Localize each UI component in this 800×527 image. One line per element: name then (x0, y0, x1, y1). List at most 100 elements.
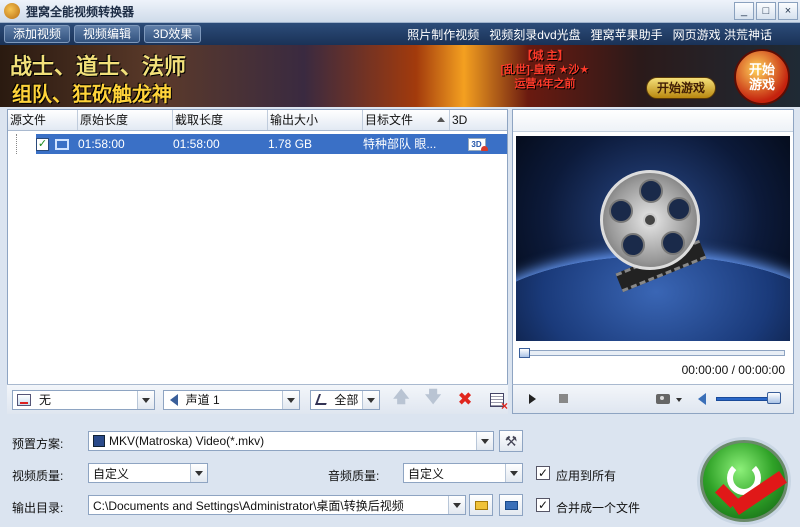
down-arrow-icon[interactable]: 🡇 (422, 389, 444, 411)
chevron-down-icon[interactable] (136, 390, 154, 409)
stop-icon[interactable] (559, 394, 568, 403)
toolbar: 添加视频 视频编辑 3D效果 照片制作视频 视频刻录dvd光盘 狸窝苹果助手 网… (0, 23, 800, 45)
list-controls-bar: 无 声道 1 全部 🡅 🡇 ✖ (7, 384, 508, 414)
output-settings: 预置方案: MKV(Matroska) Video(*.mkv) ⚒ 视频质量:… (0, 420, 800, 527)
dvd-burn-link[interactable]: 视频刻录dvd光盘 (489, 26, 580, 43)
subtitle-select[interactable]: 无 (12, 389, 155, 410)
add-video-button[interactable]: 添加视频 (4, 25, 71, 43)
up-arrow-icon[interactable]: 🡅 (390, 389, 412, 411)
window-controls: _ □ × (734, 2, 798, 20)
wrench-icon[interactable]: ⚒ (499, 430, 523, 452)
column-cut-length[interactable]: 截取长度 (173, 110, 268, 130)
banner-promo-line3: 运营4年之前 (514, 78, 576, 90)
folder-icon (475, 501, 488, 510)
column-output-size[interactable]: 输出大小 (268, 110, 363, 130)
video-quality-label: 视频质量: (12, 469, 64, 483)
photo-video-link[interactable]: 照片制作视频 (407, 26, 479, 43)
select-all-value: 全部 (334, 393, 359, 407)
seek-bar[interactable] (519, 348, 785, 358)
volume-thumb[interactable] (767, 392, 781, 404)
video-quality-select[interactable]: 自定义 (88, 463, 208, 483)
minimize-button[interactable]: _ (734, 2, 754, 20)
chevron-down-icon[interactable] (282, 390, 300, 409)
film-reel-icon (600, 170, 700, 270)
browse-folder-button[interactable] (469, 494, 493, 516)
video-quality-value: 自定义 (93, 466, 130, 481)
maximize-button[interactable]: □ (756, 2, 776, 20)
file-list-header: 源文件 原始长度 截取长度 输出大小 目标文件 3D (8, 110, 507, 131)
file-list: 源文件 原始长度 截取长度 输出大小 目标文件 3D ✓ 01:58:00 01… (7, 109, 508, 414)
close-button[interactable]: × (778, 2, 798, 20)
seek-thumb[interactable] (519, 348, 530, 358)
banner-ad[interactable]: 战士、道士、法师 组队、狂砍触龙神 【城 主】 [乱世]-皇帝 ★沙★ 运营4年… (0, 45, 800, 107)
delete-icon[interactable]: ✖ (454, 389, 476, 411)
audio-quality-label: 音频质量: (328, 469, 380, 483)
row-original-length: 01:58:00 (78, 137, 125, 151)
apple-helper-link[interactable]: 狸窝苹果助手 (591, 26, 663, 43)
chevron-down-icon[interactable] (190, 464, 207, 482)
tree-connector (16, 134, 36, 154)
3d-badge-icon[interactable]: 3D (467, 137, 488, 151)
banner-start-round-button[interactable]: 开始 游戏 (734, 49, 790, 105)
open-folder-icon (505, 501, 518, 510)
merge-label: 合并成一个文件 (556, 501, 641, 515)
open-folder-button[interactable] (499, 494, 523, 516)
row-checkbox[interactable]: ✓ (36, 137, 49, 151)
merge-checkbox[interactable]: ✓ (536, 498, 550, 512)
video-edit-button[interactable]: 视频编辑 (74, 25, 141, 43)
column-source-file[interactable]: 源文件 (8, 110, 78, 130)
row-3d-cell: 3D (448, 137, 505, 151)
chevron-down-icon[interactable] (505, 464, 522, 482)
3d-effect-button[interactable]: 3D效果 (144, 25, 202, 43)
column-original-length[interactable]: 原始长度 (78, 110, 173, 130)
clear-list-icon (490, 392, 508, 413)
row-target-file: 特种部队 眼... (363, 137, 437, 151)
select-all-combo[interactable]: 全部 (310, 389, 381, 410)
output-dir-input[interactable]: C:\Documents and Settings\Administrator\… (88, 495, 466, 515)
chevron-down-icon[interactable] (448, 496, 465, 514)
toolbar-links: 照片制作视频 视频刻录dvd光盘 狸窝苹果助手 网页游戏 洪荒神话 (407, 26, 772, 43)
row-output-size: 1.78 GB (268, 137, 313, 151)
apply-all-checkbox[interactable]: ✓ (536, 466, 550, 480)
chevron-down-icon[interactable] (476, 432, 493, 450)
volume-icon[interactable] (698, 393, 706, 405)
film-icon (55, 138, 69, 150)
audio-quality-select[interactable]: 自定义 (403, 463, 523, 483)
subtitle-value: 无 (39, 393, 52, 407)
output-dir-label: 输出目录: (12, 501, 64, 515)
output-dir-value: C:\Documents and Settings\Administrator\… (93, 498, 404, 513)
banner-promo-line2: [乱世]-皇帝 ★沙★ (500, 64, 590, 76)
banner-line-2: 组队、狂砍触龙神 (12, 84, 172, 106)
audio-track-value: 声道 1 (185, 393, 220, 407)
camera-icon[interactable] (656, 394, 670, 404)
banner-start-button[interactable]: 开始游戏 (646, 77, 716, 99)
mkv-icon (93, 435, 105, 447)
banner-promo-title: 【城 主】 (521, 50, 569, 62)
preset-select[interactable]: MKV(Matroska) Video(*.mkv) (88, 431, 494, 451)
speaker-icon (169, 393, 178, 406)
app-logo-icon (4, 3, 20, 19)
column-3d[interactable]: 3D (450, 110, 507, 130)
video-preview[interactable] (516, 136, 790, 341)
column-target-file[interactable]: 目标文件 (363, 110, 450, 130)
row-cut-length: 01:58:00 (173, 137, 220, 151)
chevron-down-icon[interactable] (362, 390, 380, 409)
reel-hub (643, 213, 657, 227)
window-title: 狸窝全能视频转换器 (26, 4, 135, 19)
table-row[interactable]: ✓ 01:58:00 01:58:00 1.78 GB 特种部队 眼... 3D (8, 134, 507, 154)
chevron-down-icon[interactable] (676, 398, 682, 402)
preview-header (513, 110, 793, 132)
clear-list-button[interactable] (486, 389, 508, 413)
banner-promo: 【城 主】 [乱世]-皇帝 ★沙★ 运营4年之前 (490, 49, 600, 91)
selected-row[interactable]: ✓ 01:58:00 01:58:00 1.78 GB 特种部队 眼... 3D (36, 134, 507, 154)
preset-value: MKV(Matroska) Video(*.mkv) (109, 434, 265, 448)
column-target-file-label: 目标文件 (365, 113, 414, 127)
preset-label: 预置方案: (12, 437, 64, 451)
player-controls (512, 384, 794, 414)
banner-line-1: 战士、道士、法师 (10, 54, 187, 79)
audio-track-select[interactable]: 声道 1 (162, 389, 301, 410)
apply-all-label: 应用到所有 (556, 469, 617, 483)
play-icon[interactable] (529, 394, 536, 404)
check-icon (712, 478, 784, 518)
web-game-link[interactable]: 网页游戏 洪荒神话 (673, 26, 772, 43)
